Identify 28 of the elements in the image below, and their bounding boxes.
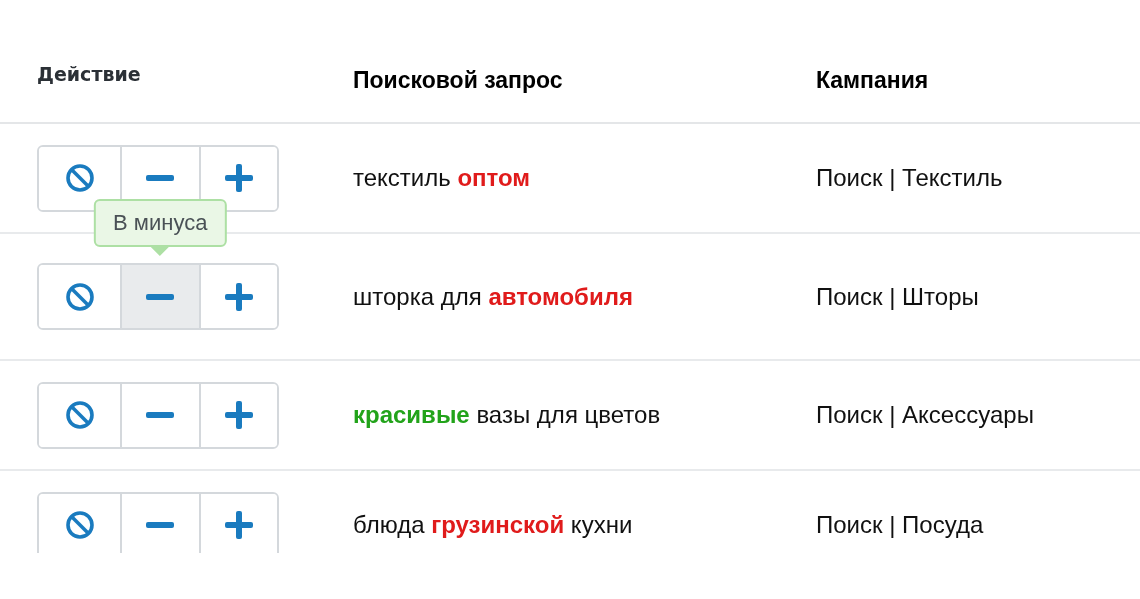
minus-icon: [146, 175, 175, 181]
query-text: красивые вазы для цветов: [353, 401, 662, 429]
plus-icon: [224, 282, 253, 311]
minus-icon: [146, 522, 175, 528]
query-text: шторка для автомобиля: [353, 282, 634, 311]
campaign-text: Поиск | Текстиль: [816, 164, 1003, 192]
plus-icon: [224, 164, 253, 192]
plus-icon: [224, 401, 253, 429]
tooltip: В минуса: [94, 199, 227, 256]
block-button[interactable]: [39, 265, 122, 328]
minus-icon: [146, 412, 175, 418]
plus-icon: [224, 511, 253, 539]
campaign-text: Поиск | Аксессуары: [816, 401, 1034, 429]
minus-icon: [146, 293, 175, 300]
query-text: текстиль оптом: [353, 164, 532, 192]
ban-icon: [64, 163, 95, 193]
campaign-text: Поиск | Шторы: [816, 282, 979, 311]
block-button[interactable]: [39, 383, 122, 447]
ban-icon: [64, 281, 95, 312]
ban-icon: [64, 400, 95, 430]
ban-icon: [64, 510, 95, 540]
query-text: блюда грузинской кухни: [353, 511, 634, 539]
block-button[interactable]: [39, 493, 122, 553]
column-header: Кампания: [816, 67, 929, 94]
column-header: Действие: [36, 63, 142, 85]
column-header: Поисковой запрос: [353, 67, 564, 94]
block-button[interactable]: [39, 146, 122, 210]
campaign-text: Поиск | Посуда: [816, 511, 984, 539]
